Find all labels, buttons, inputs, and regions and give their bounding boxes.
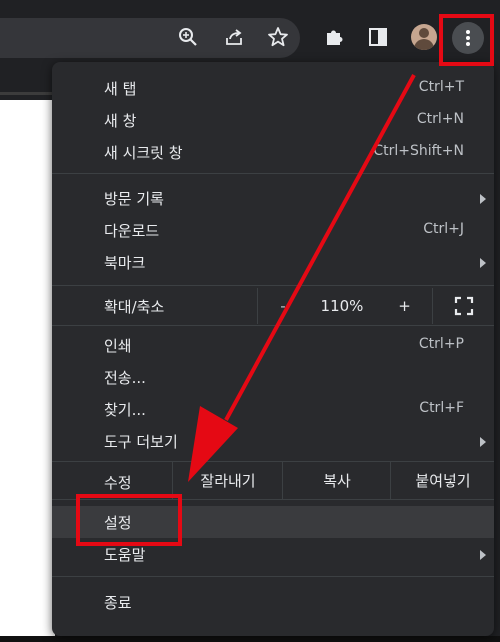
- menu-item-find[interactable]: 찾기... Ctrl+F: [52, 393, 494, 425]
- side-panel-icon[interactable]: [364, 22, 392, 52]
- cut-button[interactable]: 잘라내기: [172, 462, 283, 500]
- menu-item-label: 종료: [104, 594, 132, 612]
- shortcut-label: Ctrl+N: [416, 111, 464, 127]
- fullscreen-icon: [454, 296, 474, 316]
- shortcut-label: Ctrl+T: [418, 79, 464, 95]
- menu-item-downloads[interactable]: 다운로드 Ctrl+J: [52, 214, 494, 246]
- chrome-main-menu: 새 탭 Ctrl+T 새 창 Ctrl+N 새 시크릿 창 Ctrl+Shift…: [52, 62, 494, 636]
- star-icon[interactable]: [264, 22, 292, 52]
- menu-item-print[interactable]: 인쇄 Ctrl+P: [52, 329, 494, 361]
- menu-item-label: 다운로드: [104, 222, 160, 240]
- menu-item-more-tools[interactable]: 도구 더보기: [52, 425, 494, 457]
- shortcut-label: Ctrl+J: [423, 221, 464, 237]
- shortcut-label: Ctrl+Shift+N: [373, 143, 464, 159]
- menu-item-label: 전송...: [104, 369, 146, 387]
- menu-item-incognito[interactable]: 새 시크릿 창 Ctrl+Shift+N: [52, 136, 494, 168]
- highlight-box-menu-button: [439, 14, 494, 66]
- submenu-arrow-icon: [480, 437, 486, 447]
- highlight-box-settings: [76, 494, 182, 546]
- profile-avatar[interactable]: [411, 24, 437, 50]
- page-content: [0, 100, 55, 642]
- submenu-arrow-icon: [480, 258, 486, 268]
- copy-button[interactable]: 복사: [282, 462, 391, 500]
- menu-item-new-window[interactable]: 새 창 Ctrl+N: [52, 104, 494, 136]
- zoom-in-button[interactable]: +: [377, 288, 432, 324]
- zoom-row: 확대/축소 - 110% +: [52, 288, 494, 324]
- zoom-level: 110%: [320, 297, 364, 315]
- menu-separator: [52, 173, 494, 174]
- menu-item-new-tab[interactable]: 새 탭 Ctrl+T: [52, 72, 494, 104]
- menu-item-label: 도움말: [104, 546, 146, 564]
- shortcut-label: Ctrl+F: [419, 400, 464, 416]
- zoom-out-button[interactable]: -: [257, 288, 308, 324]
- menu-item-label: 방문 기록: [104, 190, 164, 208]
- menu-item-label: 찾기...: [104, 401, 146, 419]
- extensions-icon[interactable]: [320, 22, 348, 52]
- page-divider: [0, 92, 55, 95]
- paste-button[interactable]: 붙여넣기: [390, 462, 495, 500]
- menu-item-exit[interactable]: 종료: [52, 586, 494, 618]
- menu-item-label: 새 시크릿 창: [104, 144, 183, 162]
- edit-label: 수정: [104, 474, 132, 492]
- menu-item-label: 도구 더보기: [104, 433, 178, 451]
- window-bottom-edge: [0, 636, 500, 642]
- menu-item-cast[interactable]: 전송...: [52, 361, 494, 393]
- zoom-label: 확대/축소: [104, 298, 165, 316]
- menu-item-label: 인쇄: [104, 337, 132, 355]
- menu-separator: [52, 576, 494, 577]
- submenu-arrow-icon: [480, 550, 486, 560]
- shortcut-label: Ctrl+P: [418, 336, 464, 352]
- menu-separator: [52, 325, 494, 326]
- menu-item-bookmarks[interactable]: 북마크: [52, 246, 494, 278]
- menu-separator: [52, 285, 494, 286]
- fullscreen-button[interactable]: [432, 288, 495, 324]
- menu-item-label: 새 탭: [104, 80, 137, 98]
- menu-item-label: 북마크: [104, 254, 146, 272]
- menu-item-label: 새 창: [104, 112, 137, 130]
- zoom-icon[interactable]: [174, 22, 202, 52]
- menu-item-history[interactable]: 방문 기록: [52, 182, 494, 214]
- share-icon[interactable]: [220, 22, 248, 52]
- submenu-arrow-icon: [480, 194, 486, 204]
- address-bar[interactable]: [0, 18, 300, 58]
